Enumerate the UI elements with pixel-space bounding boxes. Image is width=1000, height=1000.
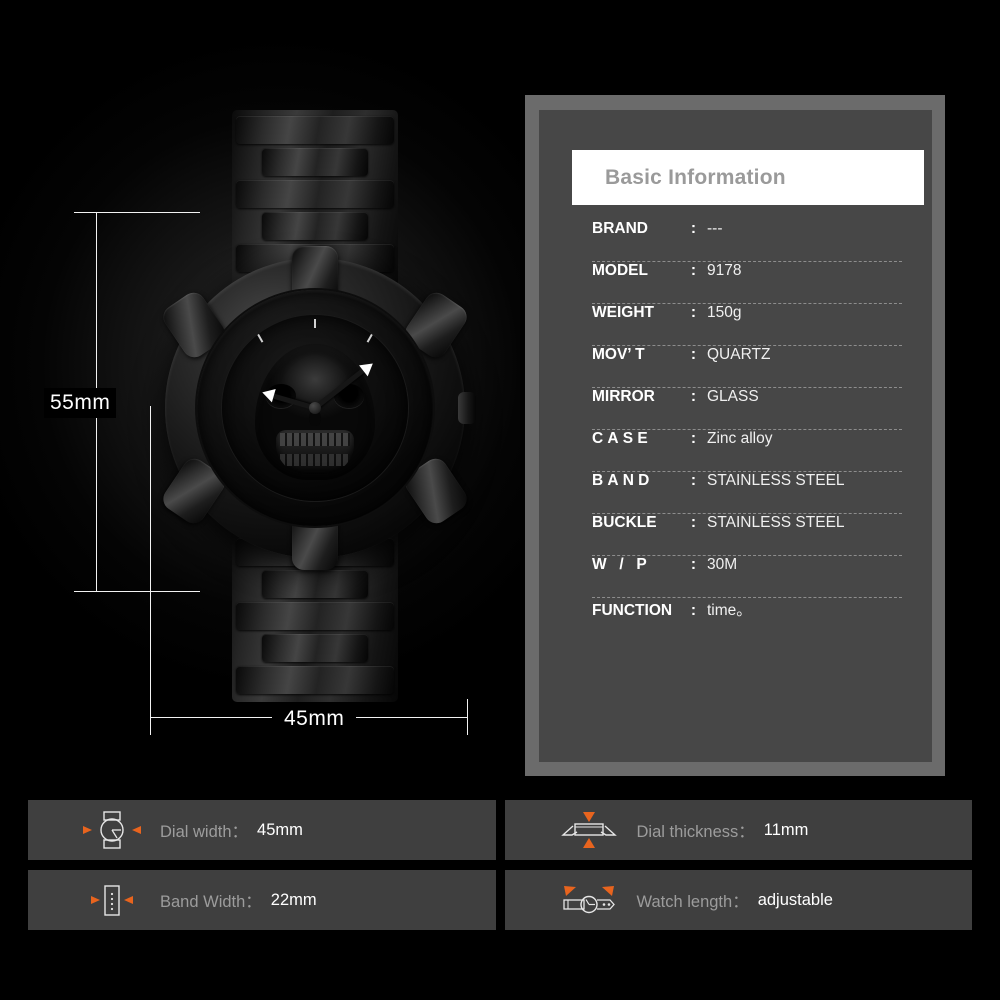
spec-value: time。 [707,602,752,619]
feature-card-value: adjustable [757,890,833,909]
spec-label: W / P: [592,556,696,573]
spec-list: BRAND: --- MODEL: 9178 WEIGHT: 150g MOV’ T: QUA… [592,220,902,639]
spec-value: 150g [707,304,742,321]
hands-pin [309,402,321,414]
spec-row: MODEL: 9178 [592,262,902,304]
feature-cards: Dial width： 45mm Dial thickness： 11mm Ba… [28,800,972,940]
feature-card-label: Dial thickness： [636,823,755,841]
watch-dial [222,315,408,501]
spec-label: MODEL: [592,262,696,279]
case-profile-icon [541,810,637,850]
spec-panel-body: Basic Information BRAND: --- MODEL: 9178 WEI… [539,110,932,762]
spec-row: MIRROR: GLASS [592,388,902,430]
band-width-icon [64,880,160,920]
spec-value: QUARTZ [707,346,771,363]
feature-card-dial-thickness: Dial thickness： 11mm [504,800,972,860]
spec-label: BRAND: [592,220,696,237]
feature-card-label: Dial width： [160,823,249,841]
spec-panel-title: Basic Information [605,165,786,189]
product-spec-image: 55mm 45mm Basic Information BRAND: --- MOD… [0,0,1000,1000]
spec-value: GLASS [707,388,759,405]
spec-label: MOV’ T: [592,346,696,363]
feature-card-value: 45mm [257,820,303,839]
watch-case [158,246,476,570]
spec-label: MIRROR: [592,388,696,405]
spec-panel: Basic Information BRAND: --- MODEL: 9178 WEI… [525,95,945,776]
height-dimension-label: 55mm [44,388,117,418]
spec-value: STAINLESS STEEL [707,514,845,531]
spec-value: --- [707,220,723,237]
spec-row: MOV’ T: QUARTZ [592,346,902,388]
height-dimension-line-secondary [150,406,151,722]
feature-card-dial-width: Dial width： 45mm [28,800,496,860]
spec-row: CASE: Zinc alloy [592,430,902,472]
feature-card-value: 22mm [270,890,317,909]
width-dimension-label: 45mm [272,707,357,731]
watch-face-icon [64,810,160,850]
watch-crown [458,392,476,424]
spec-panel-header: Basic Information [572,150,924,205]
spec-label: CASE: [592,430,696,447]
spec-row: BUCKLE: STAINLESS STEEL [592,514,902,556]
feature-card-label: Band Width： [160,893,262,911]
spec-value: 30M [707,556,738,573]
spec-row: W / P: 30M [592,556,902,598]
spec-label: WEIGHT: [592,304,696,321]
feature-card-band-width: Band Width： 22mm [28,870,496,930]
watch-bezel [197,290,433,526]
spec-value: Zinc alloy [707,430,773,447]
watch-length-icon [541,880,637,920]
spec-row: BAND: STAINLESS STEEL [592,472,902,514]
spec-value: 9178 [707,262,742,279]
spec-row: FUNCTION: time。 [592,598,902,639]
spec-row: BRAND: --- [592,220,902,262]
feature-card-value: 11mm [763,820,809,839]
spec-label: BUCKLE: [592,514,696,531]
spec-label: FUNCTION: [592,602,696,619]
feature-card-watch-length: Watch length： adjustable [504,870,972,930]
spec-row: WEIGHT: 150g [592,304,902,346]
spec-label: BAND: [592,472,696,489]
watch-photo [150,110,480,702]
spec-value: STAINLESS STEEL [707,472,845,489]
feature-card-label: Watch length： [636,893,749,911]
